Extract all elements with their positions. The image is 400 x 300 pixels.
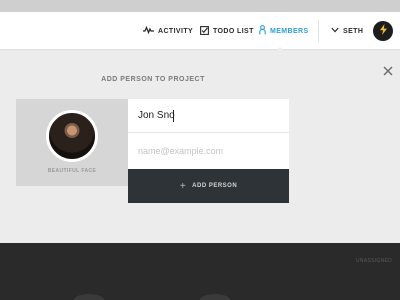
footer-partial-text: UNASSIGNED: [356, 258, 393, 264]
nav-todo-label: TODO LIST: [213, 27, 254, 35]
nav-members-label: MEMBERS: [270, 27, 309, 35]
email-input[interactable]: [128, 134, 289, 168]
panel-title: ADD PERSON TO PROJECT: [101, 76, 205, 83]
name-input[interactable]: [128, 99, 289, 133]
add-person-label: ADD PERSON: [192, 183, 238, 189]
nav-activity[interactable]: ACTIVITY: [143, 12, 193, 50]
user-name: SETH: [343, 27, 364, 35]
top-navbar: ACTIVITY TODO LIST MEMBERS SETH: [0, 12, 400, 50]
checkbox-icon: [200, 25, 213, 37]
close-button[interactable]: [381, 64, 395, 78]
activity-icon: [143, 25, 158, 36]
top-strip: [0, 0, 400, 12]
nav-activity-label: ACTIVITY: [158, 27, 194, 35]
nav-members[interactable]: MEMBERS: [259, 12, 309, 50]
plus-icon: +: [179, 180, 187, 192]
photo-caption: BEAUTIFUL FACE: [47, 168, 97, 174]
lightning-icon: [379, 22, 388, 40]
close-icon: [381, 65, 395, 82]
user-menu[interactable]: SETH: [331, 12, 363, 50]
dark-section: [0, 243, 400, 300]
profile-photo[interactable]: [46, 110, 98, 162]
user-avatar[interactable]: [373, 21, 393, 41]
avatar-partial: [200, 294, 230, 300]
add-person-button[interactable]: + ADD PERSON: [128, 169, 289, 203]
avatar-partial: [74, 294, 104, 300]
person-icon: [259, 25, 270, 37]
chevron-down-icon: [331, 27, 343, 35]
nav-divider: [318, 20, 319, 42]
nav-todo-list[interactable]: TODO LIST: [200, 12, 254, 50]
text-cursor: [173, 110, 174, 122]
